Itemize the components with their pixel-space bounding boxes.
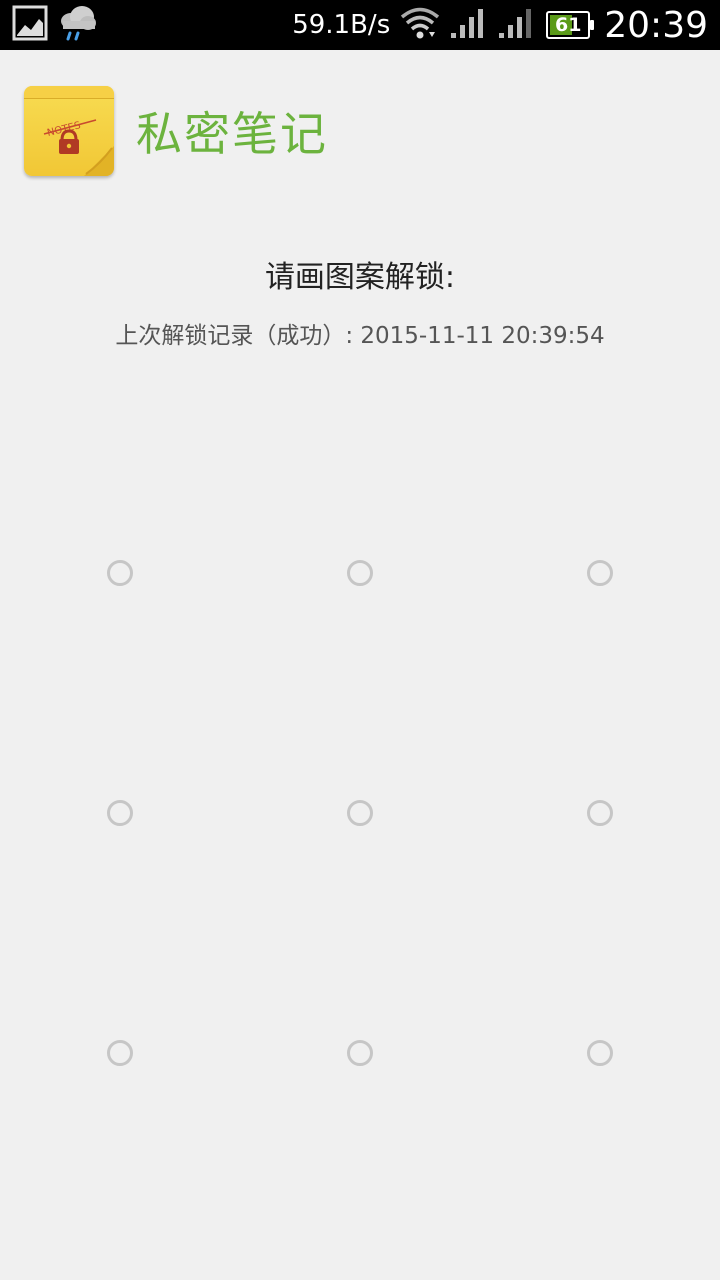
- pattern-lock-grid[interactable]: [0, 453, 720, 1173]
- clock: 20:39: [604, 4, 708, 46]
- pattern-dot[interactable]: [107, 800, 133, 826]
- gallery-icon: [12, 5, 48, 45]
- pattern-dot[interactable]: [347, 560, 373, 586]
- signal-icon: [498, 7, 536, 43]
- battery-level: 61: [555, 14, 582, 36]
- pattern-dot[interactable]: [347, 800, 373, 826]
- pattern-dot[interactable]: [347, 1040, 373, 1066]
- status-indicators: 59.1B/s 61 20:39: [292, 0, 708, 50]
- notification-area: [12, 4, 98, 46]
- pattern-dot[interactable]: [107, 560, 133, 586]
- pattern-dot[interactable]: [107, 1040, 133, 1066]
- wifi-icon: [400, 6, 440, 44]
- app-header: NOTES 私密笔记: [24, 86, 328, 176]
- rain-cloud-icon: [58, 4, 98, 46]
- pattern-dot[interactable]: [587, 560, 613, 586]
- last-unlock-record: 上次解锁记录（成功）: 2015-11-11 20:39:54: [115, 323, 605, 349]
- app-title: 私密笔记: [136, 107, 328, 161]
- pattern-dot[interactable]: [587, 1040, 613, 1066]
- notes-lock-icon: NOTES: [24, 86, 114, 176]
- status-bar: 59.1B/s 61 20:39: [0, 0, 720, 50]
- network-speed: 59.1B/s: [292, 10, 391, 40]
- pattern-dot[interactable]: [587, 800, 613, 826]
- signal-icon: [450, 7, 488, 43]
- unlock-prompt: 请画图案解锁:: [264, 260, 456, 295]
- battery-icon: 61: [546, 11, 595, 39]
